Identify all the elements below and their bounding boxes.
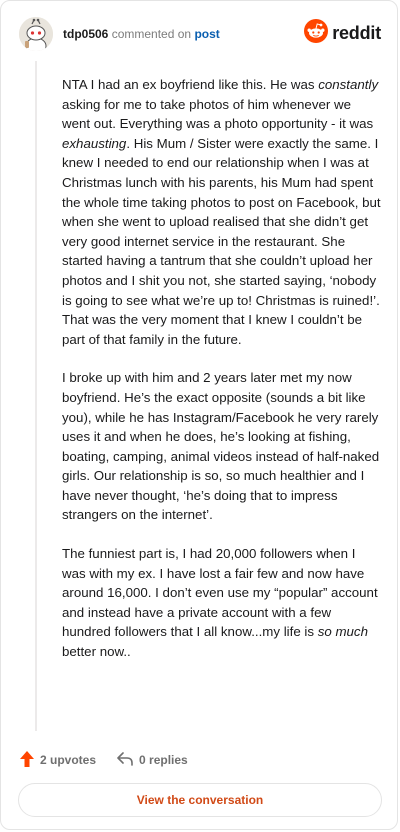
upvote-count: 2 upvotes — [40, 753, 97, 767]
comment-paragraph-3: The funniest part is, I had 20,000 follo… — [62, 544, 382, 662]
text-segment: NTA I had an ex boyfriend like this. He … — [62, 77, 319, 92]
post-link[interactable]: post — [194, 27, 219, 41]
upvote-button[interactable]: 2 upvotes — [19, 750, 96, 771]
comment-paragraph-2: I broke up with him and 2 years later me… — [62, 370, 380, 523]
reply-icon — [116, 751, 139, 770]
comment-card: tdp0506 commented on post reddit NTA I h… — [0, 0, 398, 830]
comment-body: NTA I had an ex boyfriend like this. He … — [62, 75, 382, 681]
view-conversation-button[interactable]: View the conversation — [18, 783, 382, 817]
reply-count: 0 replies — [139, 753, 188, 767]
reddit-wordmark: reddit — [332, 22, 381, 43]
reddit-logo-icon — [304, 18, 329, 48]
comment-actions: 2 upvotes 0 replies — [19, 749, 208, 771]
thread-line — [35, 61, 37, 731]
comment-header: tdp0506 commented on post reddit — [19, 15, 381, 55]
reddit-brand[interactable]: reddit — [304, 18, 381, 48]
comment-meta: tdp0506 commented on post — [63, 27, 220, 41]
upvote-arrow-icon — [19, 750, 40, 771]
action-text: commented on — [111, 27, 192, 41]
snoo-avatar-icon[interactable] — [19, 17, 53, 51]
text-segment: asking for me to take photos of him when… — [62, 96, 374, 132]
emphasis-text: exhausting — [62, 135, 127, 151]
emphasis-text: so much — [317, 624, 368, 640]
text-segment: better now.. — [62, 644, 131, 660]
emphasis-text: constantly — [318, 77, 379, 92]
replies-button[interactable]: 0 replies — [116, 751, 188, 770]
text-segment: . His Mum / Sister were exactly the same… — [62, 135, 381, 347]
username-link[interactable]: tdp0506 — [63, 27, 108, 41]
comment-paragraph-1: NTA I had an ex boyfriend like this. He … — [62, 75, 382, 349]
